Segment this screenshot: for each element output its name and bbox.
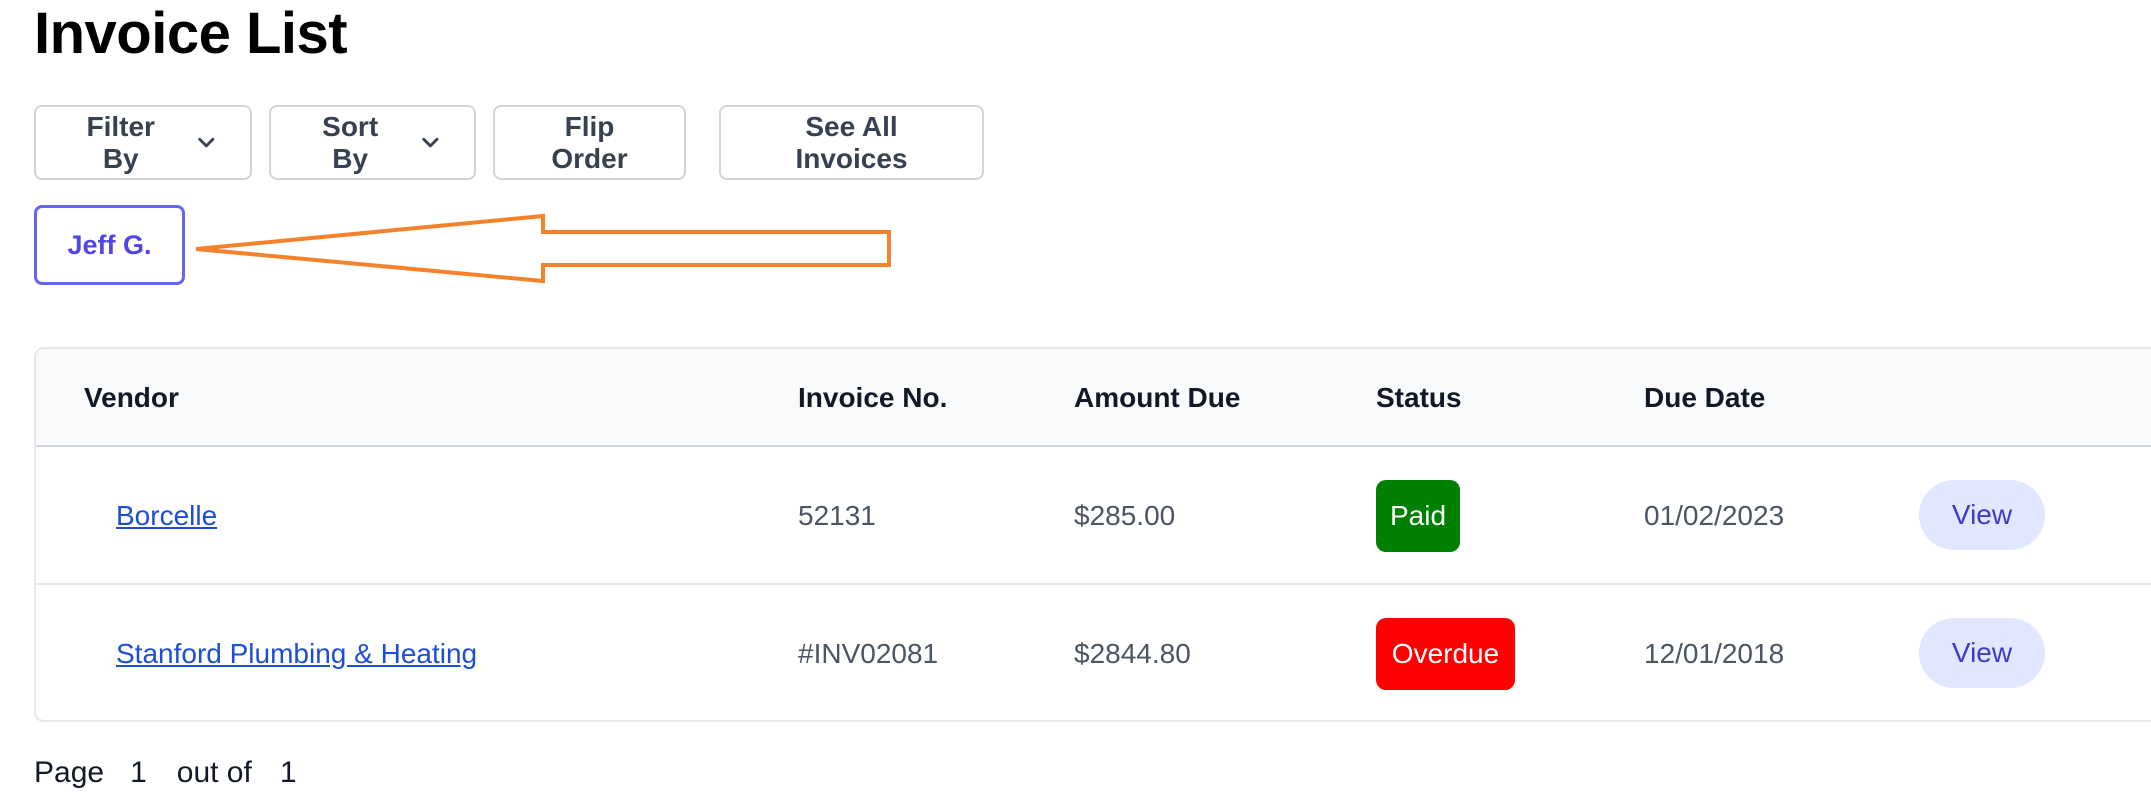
status-badge: Overdue — [1376, 618, 1515, 690]
header-vendor[interactable]: Vendor — [84, 349, 179, 447]
table-row: Stanford Plumbing & Heating #INV02081 $2… — [36, 585, 2151, 720]
header-amount-due[interactable]: Amount Due — [1074, 349, 1240, 447]
due-date-cell: 01/02/2023 — [1644, 500, 1785, 531]
vendor-link[interactable]: Stanford Plumbing & Heating — [116, 638, 477, 669]
out-of-label: out of — [176, 756, 252, 789]
vendor-cell: Borcelle — [116, 447, 217, 585]
header-due-date[interactable]: Due Date — [1644, 349, 1765, 447]
sort-by-label: Sort By — [322, 110, 379, 174]
header-status[interactable]: Status — [1376, 349, 1462, 447]
table-row: Borcelle 52131 $285.00 Paid 01/02/2023 V… — [36, 447, 2151, 585]
flip-order-label: Flip Order — [551, 110, 628, 174]
page-label: Page — [34, 756, 105, 789]
header-invoice-no[interactable]: Invoice No. — [798, 349, 947, 447]
page-title: Invoice List — [34, 1, 348, 66]
pagination: Page 1 out of 1 — [34, 756, 297, 790]
see-all-invoices-label: See All Invoices — [795, 110, 908, 174]
chevron-down-icon — [198, 137, 215, 147]
amount-due-cell: $285.00 — [1074, 500, 1176, 531]
filter-by-label: Filter By — [86, 110, 155, 174]
invoice-no-cell: #INV02081 — [798, 638, 939, 669]
annotation-arrow-shape — [195, 213, 891, 284]
total-pages: 1 — [279, 756, 297, 789]
table-header: Vendor Invoice No. Amount Due Status Due… — [36, 349, 2151, 447]
current-page: 1 — [130, 756, 147, 789]
flip-order-button[interactable]: Flip Order — [493, 105, 686, 180]
active-filter-chip[interactable]: Jeff G. — [34, 205, 185, 285]
invoice-no-cell: 52131 — [798, 500, 876, 531]
vendor-link[interactable]: Borcelle — [116, 500, 217, 531]
view-button[interactable]: View — [1919, 618, 2045, 688]
active-filter-label: Jeff G. — [67, 229, 152, 260]
sort-by-button[interactable]: Sort By — [269, 105, 476, 180]
amount-due-cell: $2844.80 — [1074, 638, 1191, 669]
chevron-down-icon — [422, 137, 439, 147]
filter-by-button[interactable]: Filter By — [34, 105, 252, 180]
status-badge: Paid — [1376, 480, 1460, 552]
vendor-cell: Stanford Plumbing & Heating — [116, 585, 477, 720]
view-button[interactable]: View — [1919, 480, 2045, 550]
due-date-cell: 12/01/2018 — [1644, 638, 1785, 669]
invoice-table: Vendor Invoice No. Amount Due Status Due… — [34, 347, 2151, 722]
see-all-invoices-button[interactable]: See All Invoices — [719, 105, 984, 180]
